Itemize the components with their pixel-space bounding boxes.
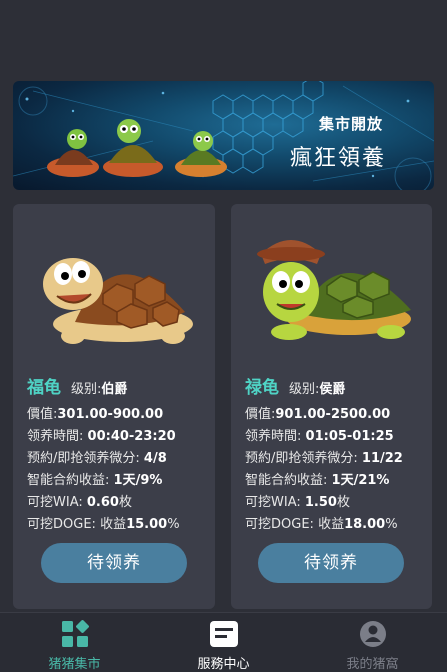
income-row: 智能合約收益: 1天/21% [245, 470, 426, 492]
tab-my-nest-label: 我的猪窩 [346, 657, 399, 672]
price-row: 價值:301.00-900.00 [27, 404, 209, 426]
price-label: 價值: [27, 407, 58, 422]
grid-icon [61, 620, 89, 647]
doge-label: 可挖DOGE: [245, 517, 314, 532]
wia-label: 可挖WIA: [245, 495, 301, 510]
promo-banner[interactable] [13, 81, 434, 190]
service-icon [209, 621, 238, 647]
income-label: 智能合約收益: [245, 473, 328, 488]
wia-label: 可挖WIA: [27, 495, 83, 510]
time-value: 01:05-01:25 [305, 429, 394, 444]
doge-prefix: 收益 [100, 517, 127, 532]
turtle-card-lugui: 禄龟 级别:侯爵 價值:901.00-2500.00 领养時間: 01:05-01… [231, 204, 432, 609]
wia-row: 可挖WIA: 1.50枚 [245, 492, 426, 514]
price-label: 價值: [245, 407, 276, 422]
turtle-card-fugui: 福龟 级别:伯爵 價值:301.00-900.00 领养時間: 00:40-23:… [13, 204, 215, 609]
tab-service-center-label: 服務中心 [197, 657, 250, 672]
income-label: 智能合約收益: [27, 473, 110, 488]
income-value: 1天/21% [331, 473, 390, 488]
level-value: 侯爵 [319, 382, 346, 397]
doge-prefix: 收益 [318, 517, 345, 532]
turtle-illustration-green [257, 240, 411, 340]
turtle-name: 禄龟 [245, 378, 279, 398]
doge-label: 可挖DOGE: [27, 517, 96, 532]
tab-my-nest[interactable]: 我的猪窩 [298, 613, 447, 672]
adopt-button[interactable]: 待领养 [41, 543, 187, 583]
turtle-title-row: 禄龟 级别:侯爵 [245, 374, 426, 402]
user-icon [359, 621, 386, 647]
banner-turtle-3 [175, 131, 227, 177]
reserve-row: 预約/即抢领养微分: 4/8 [27, 448, 209, 470]
level-value: 伯爵 [101, 382, 128, 397]
level-label: 级别: [71, 382, 102, 397]
tab-service-center[interactable]: 服務中心 [149, 613, 298, 672]
banner-turtle-2 [103, 119, 163, 177]
banner-turtle-1 [47, 129, 99, 177]
top-bar [0, 0, 447, 68]
adopt-button[interactable]: 待领养 [258, 543, 404, 583]
doge-row: 可挖DOGE: 收益18.00% [245, 514, 426, 536]
doge-row: 可挖DOGE: 收益15.00% [27, 514, 209, 536]
income-row: 智能合約收益: 1天/9% [27, 470, 209, 492]
time-row: 领养時間: 01:05-01:25 [245, 426, 426, 448]
income-value: 1天/9% [113, 473, 163, 488]
doge-value: 15.00 [126, 517, 168, 532]
wia-value: 0.60 [86, 495, 119, 510]
turtle-illustration-brown [43, 258, 193, 344]
wia-unit: 枚 [336, 495, 350, 510]
hex-network-graphic [13, 81, 434, 190]
price-value: 901.00-2500.00 [275, 407, 391, 422]
reserve-row: 预約/即抢领养微分: 11/22 [245, 448, 426, 470]
reserve-value: 4/8 [143, 451, 167, 466]
banner-title-large: 瘋狂領養 [290, 146, 387, 171]
tab-market[interactable]: 猪猪集市 [0, 613, 149, 672]
reserve-label: 预約/即抢领养微分: [27, 451, 140, 466]
reserve-label: 预約/即抢领养微分: [245, 451, 358, 466]
turtle-name: 福龟 [27, 378, 61, 398]
bottom-tab-bar: 猪猪集市 服務中心 我的猪窩 [0, 612, 447, 672]
turtle-title-row: 福龟 级别:伯爵 [27, 374, 209, 402]
wia-row: 可挖WIA: 0.60枚 [27, 492, 209, 514]
tab-market-label: 猪猪集市 [48, 657, 101, 672]
time-label: 领养時間: [27, 429, 84, 444]
reserve-value: 11/22 [361, 451, 403, 466]
price-row: 價值:901.00-2500.00 [245, 404, 426, 426]
level-label: 级别: [289, 382, 320, 397]
time-label: 领养時間: [245, 429, 302, 444]
banner-title-small: 集市開放 [319, 115, 384, 133]
time-row: 领养時間: 00:40-23:20 [27, 426, 209, 448]
doge-unit: % [167, 517, 180, 532]
wia-unit: 枚 [118, 495, 132, 510]
doge-value: 18.00 [344, 517, 386, 532]
time-value: 00:40-23:20 [87, 429, 176, 444]
price-value: 301.00-900.00 [57, 407, 164, 422]
doge-unit: % [385, 517, 398, 532]
wia-value: 1.50 [304, 495, 337, 510]
